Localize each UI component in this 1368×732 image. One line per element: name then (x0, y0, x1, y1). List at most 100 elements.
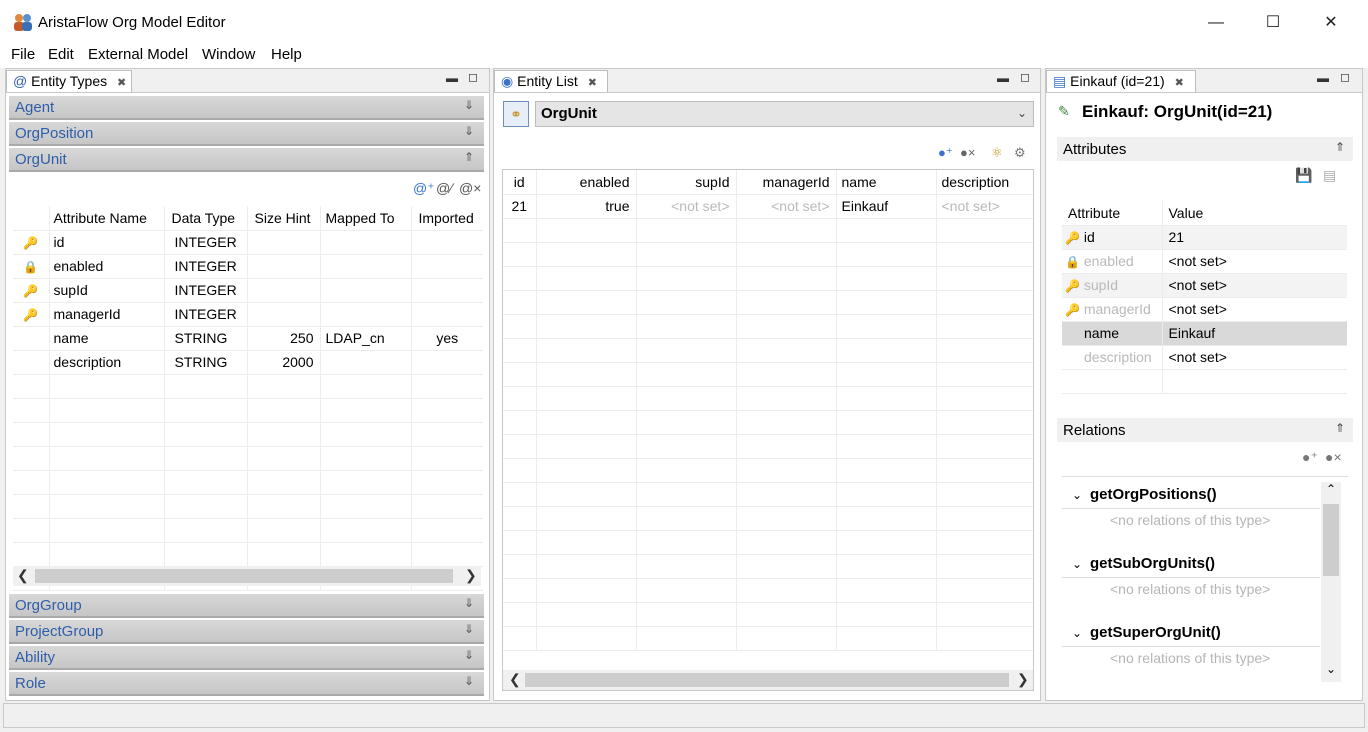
delete-attribute-icon[interactable]: @× (459, 180, 481, 196)
maximize-view-button[interactable]: ◻ (1020, 70, 1030, 84)
relation-empty-text: <no relations of this type> (1110, 512, 1271, 528)
refresh-icon[interactable]: ⚙ (1014, 145, 1026, 161)
data-type: INTEGER (164, 278, 248, 303)
key-icon: 🔑 (23, 284, 39, 298)
column-header[interactable]: Value (1162, 201, 1347, 226)
close-icon[interactable]: ✖ (588, 77, 597, 89)
relation-group-orgpositions[interactable]: ⌄ getOrgPositions() (1072, 486, 1217, 503)
table-row-selected[interactable]: name Einkauf (1062, 321, 1347, 346)
group-orggroup[interactable]: OrgGroup ⇓ (9, 594, 484, 618)
table-row[interactable]: 🔒 enabled INTEGER (13, 254, 483, 279)
menu-file[interactable]: File (11, 46, 35, 63)
column-header[interactable]: Mapped To (320, 206, 412, 231)
tab-entity-list[interactable]: ◉ Entity List ✖ (494, 70, 608, 92)
scroll-thumb[interactable] (1323, 504, 1339, 576)
add-relation-icon[interactable]: ●⁺ (1302, 449, 1318, 466)
menu-external-model[interactable]: External Model (88, 46, 188, 63)
table-row[interactable]: 21 true <not set> <not set> Einkauf <not… (503, 194, 1033, 219)
minimize-view-button[interactable]: ▬ (446, 71, 458, 85)
column-header[interactable]: Attribute (1062, 201, 1163, 226)
delete-entity-icon[interactable]: ●× (960, 145, 975, 160)
menu-help[interactable]: Help (271, 46, 302, 63)
close-icon[interactable]: ✖ (117, 77, 126, 89)
column-header[interactable]: enabled (536, 170, 637, 195)
attribute-name: id (1083, 229, 1095, 245)
scroll-left-icon[interactable]: ❮ (17, 567, 29, 584)
properties-icon[interactable]: ▤ (1323, 167, 1336, 184)
save-icon[interactable]: 💾 (1295, 167, 1312, 184)
column-header[interactable]: name (836, 170, 937, 195)
maximize-view-button[interactable]: ◻ (468, 70, 478, 84)
close-window-button[interactable]: ✕ (1311, 10, 1351, 36)
tab-details[interactable]: ▤ Einkauf (id=21) ✖ (1046, 70, 1196, 92)
attribute-value[interactable]: Einkauf (1162, 321, 1347, 346)
table-row[interactable]: 🔑 id 21 (1062, 225, 1347, 250)
group-role[interactable]: Role ⇓ (9, 672, 484, 696)
group-orgunit[interactable]: OrgUnit ⇑ (9, 148, 484, 172)
scroll-left-icon[interactable]: ❮ (509, 671, 521, 688)
vertical-scrollbar[interactable]: ⌃ ⌄ (1321, 482, 1341, 682)
table-row[interactable]: 🔒 enabled <not set> (1062, 249, 1347, 274)
link-editor-button[interactable]: ⚭ (503, 101, 529, 127)
horizontal-scrollbar[interactable]: ❮ ❯ (503, 670, 1033, 690)
menu-edit[interactable]: Edit (48, 46, 74, 63)
add-attribute-icon[interactable]: @⁺ (413, 180, 435, 197)
remove-relation-icon[interactable]: ●× (1325, 449, 1342, 465)
menu-window[interactable]: Window (202, 46, 255, 63)
table-row[interactable]: description STRING 2000 (13, 350, 483, 375)
tab-entity-types[interactable]: @ Entity Types ✖ (6, 70, 132, 92)
group-orgposition[interactable]: OrgPosition ⇓ (9, 122, 484, 146)
scroll-thumb[interactable] (525, 673, 1009, 687)
group-ability[interactable]: Ability ⇓ (9, 646, 484, 670)
maximize-view-button[interactable]: ◻ (1340, 70, 1350, 84)
horizontal-scrollbar[interactable]: ❮ ❯ (13, 566, 481, 586)
attribute-value[interactable]: <not set> (1162, 297, 1347, 322)
data-type: INTEGER (164, 254, 248, 279)
scroll-right-icon[interactable]: ❯ (1017, 671, 1029, 688)
scroll-thumb[interactable] (35, 569, 453, 583)
minimize-window-button[interactable]: — (1196, 10, 1236, 36)
relation-group-suborgunits[interactable]: ⌄ getSubOrgUnits() (1072, 555, 1215, 572)
scroll-right-icon[interactable]: ❯ (465, 567, 477, 584)
edit-attribute-icon[interactable]: @∕ (436, 180, 453, 196)
minimize-view-button[interactable]: ▬ (1317, 71, 1329, 85)
status-bar (3, 703, 1365, 728)
column-header[interactable]: Imported (411, 206, 483, 231)
table-row[interactable]: description <not set> (1062, 345, 1347, 370)
scroll-up-icon[interactable]: ⌃ (1326, 482, 1336, 496)
attribute-name: description (49, 350, 165, 375)
attribute-value[interactable]: 21 (1162, 225, 1347, 250)
column-header[interactable]: Attribute Name (49, 206, 165, 231)
entity-list-icon: ◉ (501, 73, 514, 89)
add-entity-icon[interactable]: ●⁺ (938, 145, 953, 161)
scroll-down-icon[interactable]: ⌄ (1326, 662, 1336, 676)
table-row[interactable]: 🔑 supId <not set> (1062, 273, 1347, 298)
table-row[interactable]: 🔑 managerId <not set> (1062, 297, 1347, 322)
table-row[interactable]: 🔑 managerId INTEGER (13, 302, 483, 327)
entity-type-select[interactable]: OrgUnit ⌄ (535, 101, 1034, 127)
relations-section-header[interactable]: Relations ⇑ (1057, 418, 1353, 444)
relation-group-superorgunit[interactable]: ⌄ getSuperOrgUnit() (1072, 624, 1221, 641)
minimize-view-button[interactable]: ▬ (997, 71, 1009, 85)
group-agent[interactable]: Agent ⇓ (9, 96, 484, 120)
filter-icon[interactable]: ⚛ (991, 145, 1003, 161)
column-header[interactable]: supId (636, 170, 737, 195)
table-row[interactable]: 🔑 id INTEGER (13, 230, 483, 255)
column-header[interactable]: description (936, 170, 1033, 195)
group-projectgroup[interactable]: ProjectGroup ⇓ (9, 620, 484, 644)
attribute-value[interactable]: <not set> (1162, 345, 1347, 370)
column-header[interactable]: id (503, 170, 537, 195)
maximize-window-button[interactable]: ☐ (1253, 10, 1293, 36)
table-row[interactable]: name STRING 250 LDAP_cn yes (13, 326, 483, 351)
column-header[interactable]: Size Hint (247, 206, 321, 231)
attributes-section-header[interactable]: Attributes ⇑ (1057, 137, 1353, 163)
attribute-value[interactable]: <not set> (1162, 249, 1347, 274)
column-header[interactable]: Data Type (164, 206, 248, 231)
mapped-to (320, 302, 412, 327)
group-label: Ability (15, 649, 56, 666)
close-icon[interactable]: ✖ (1175, 77, 1184, 89)
attribute-value[interactable]: <not set> (1162, 273, 1347, 298)
column-header[interactable]: managerId (736, 170, 837, 195)
table-row[interactable]: 🔑 supId INTEGER (13, 278, 483, 303)
relations-section: ●⁺ ●× ⌄ getOrgPositions() <no relations … (1057, 442, 1353, 692)
